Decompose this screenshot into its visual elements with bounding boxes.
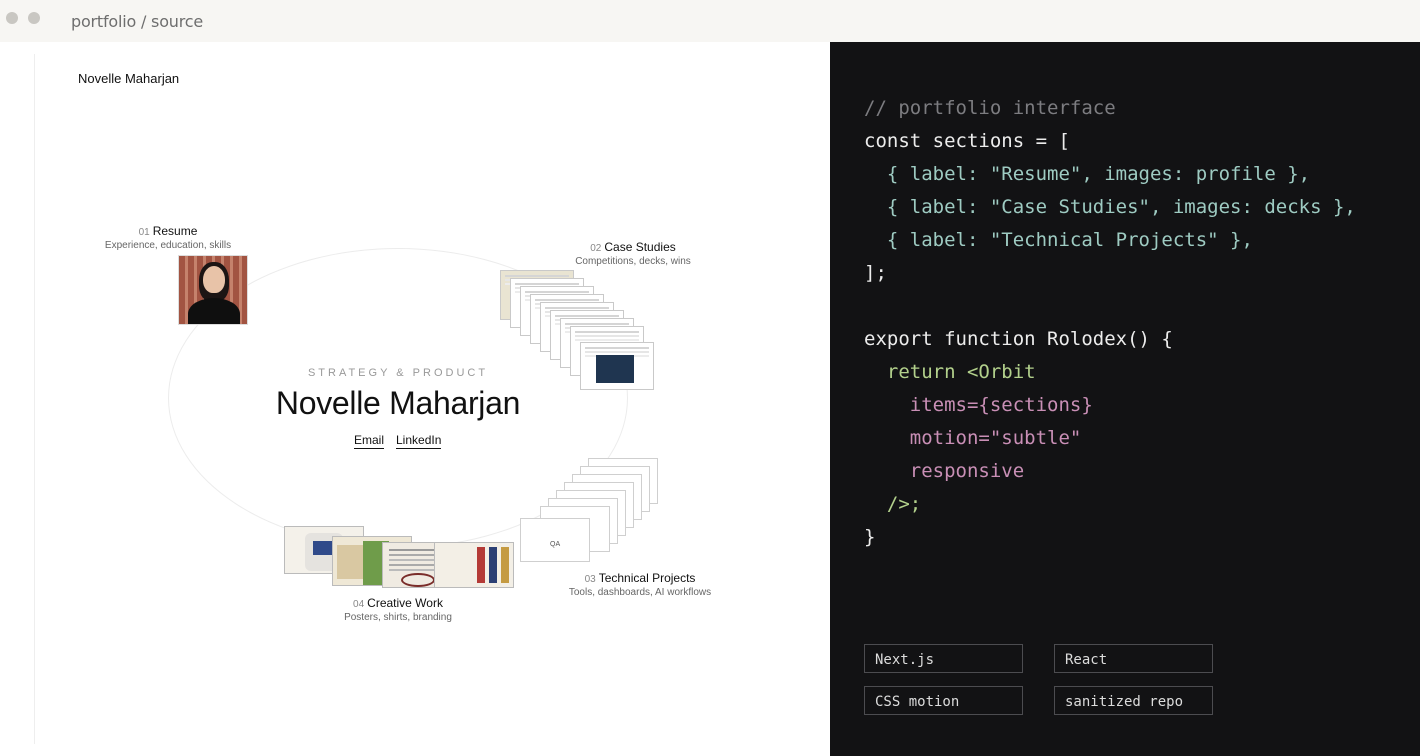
section-label: Creative Work bbox=[367, 596, 443, 610]
section-label: Resume bbox=[152, 224, 198, 238]
linkedin-link[interactable]: LinkedIn bbox=[396, 433, 442, 449]
code-line: } bbox=[864, 526, 876, 548]
window-control-minimize[interactable] bbox=[28, 12, 40, 24]
creative-card-branding bbox=[434, 542, 514, 588]
code-line: // portfolio interface bbox=[864, 97, 1116, 119]
code-line: { label: "Technical Projects" }, bbox=[864, 229, 1253, 251]
window-titlebar: portfolio / source bbox=[0, 0, 1420, 42]
code-line: { label: "Case Studies", images: decks }… bbox=[864, 196, 1356, 218]
section-technical-projects[interactable]: 03 Technical Projects Tools, dashboards, … bbox=[560, 571, 720, 598]
tech-tag: Next.js bbox=[864, 644, 1023, 673]
code-line: />; bbox=[864, 493, 922, 515]
tech-tag: sanitized repo bbox=[1054, 686, 1213, 715]
section-subtitle: Experience, education, skills bbox=[104, 240, 232, 251]
section-number: 02 bbox=[590, 243, 602, 254]
hero-name: Novelle Maharjan bbox=[275, 385, 521, 421]
section-label: Technical Projects bbox=[598, 571, 696, 585]
code-line: return <Orbit bbox=[864, 361, 1036, 383]
deck-card-front bbox=[580, 342, 654, 390]
tech-tag: React bbox=[1054, 644, 1213, 673]
window-control-close[interactable] bbox=[6, 12, 18, 24]
code-line: motion="subtle" bbox=[864, 427, 1082, 449]
hero-eyebrow: STRATEGY & PRODUCT bbox=[307, 367, 489, 379]
left-rule bbox=[34, 54, 35, 744]
code-line: responsive bbox=[864, 460, 1025, 482]
code-line: { label: "Resume", images: profile }, bbox=[864, 163, 1311, 185]
code-line: export function Rolodex() { bbox=[864, 328, 1173, 350]
email-link[interactable]: Email bbox=[354, 433, 385, 449]
section-number: 01 bbox=[138, 227, 150, 238]
tech-tag: CSS motion bbox=[864, 686, 1023, 715]
brand-name[interactable]: Novelle Maharjan bbox=[78, 71, 179, 86]
section-number: 04 bbox=[353, 599, 365, 610]
section-subtitle: Competitions, decks, wins bbox=[575, 256, 691, 267]
section-subtitle: Posters, shirts, branding bbox=[344, 612, 452, 623]
project-card-front bbox=[520, 518, 590, 562]
section-resume[interactable]: 01 Resume Experience, education, skills bbox=[78, 224, 258, 251]
code-line: items={sections} bbox=[864, 394, 1093, 416]
project-card-qa-label: QA bbox=[550, 541, 561, 548]
resume-profile-photo[interactable] bbox=[178, 255, 248, 325]
window-title: portfolio / source bbox=[71, 12, 203, 31]
section-creative-work[interactable]: 04 Creative Work Posters, shirts, brandin… bbox=[318, 596, 478, 623]
code-line: const sections = [ bbox=[864, 130, 1070, 152]
section-number: 03 bbox=[584, 574, 596, 585]
code-line: ]; bbox=[864, 262, 887, 284]
portfolio-preview: Novelle Maharjan STRATEGY & PRODUCT Nove… bbox=[0, 42, 830, 756]
code-editor: // portfolio interface const sections = … bbox=[830, 42, 1420, 756]
section-label: Case Studies bbox=[604, 240, 676, 254]
section-case-studies[interactable]: 02 Case Studies Competitions, decks, wins bbox=[560, 240, 706, 267]
section-subtitle: Tools, dashboards, AI workflows bbox=[568, 587, 712, 598]
